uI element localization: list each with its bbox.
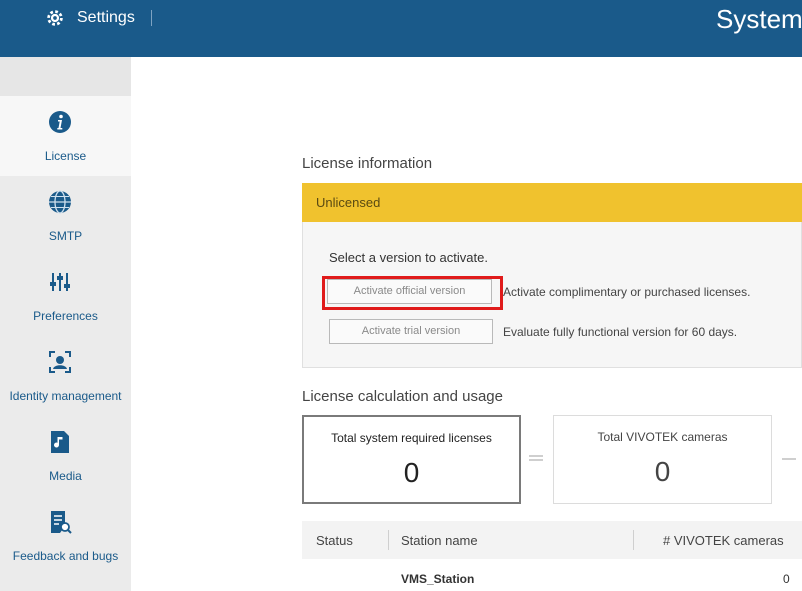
trial-description: Evaluate fully functional version for 60… (503, 325, 738, 339)
globe-icon (49, 190, 71, 214)
highlight-box (322, 276, 503, 310)
total-vivotek-cameras-card: Total VIVOTEK cameras 0 (553, 415, 772, 504)
minus-sign (782, 458, 796, 460)
cell-vivotek-cameras: 0 (783, 572, 790, 586)
sidebar-item-license[interactable]: License (0, 96, 131, 176)
license-status-bar: Unlicensed (302, 183, 802, 222)
sidebar-item-identity-management[interactable]: Identity management (0, 336, 131, 416)
select-version-prompt: Select a version to activate. (329, 250, 488, 265)
sliders-icon (50, 273, 70, 291)
sidebar-item-label: SMTP (48, 229, 83, 243)
activate-trial-button[interactable]: Activate trial version (329, 319, 493, 344)
total-required-licenses-card: Total system required licenses 0 (302, 415, 521, 504)
feedback-document-icon (51, 511, 72, 534)
official-description: Activate complimentary or purchased lice… (503, 285, 751, 299)
column-header-station-name[interactable]: Station name (401, 533, 478, 548)
sidebar-item-label: Preferences (33, 309, 98, 323)
column-separator (388, 530, 389, 550)
gear-icon[interactable] (44, 7, 66, 29)
sidebar-item-label: Feedback and bugs (12, 549, 119, 563)
sidebar-item-preferences[interactable]: Preferences (0, 256, 131, 336)
settings-label[interactable]: Settings (77, 9, 135, 27)
license-usage-title: License calculation and usage (302, 388, 503, 405)
header-divider (151, 10, 152, 26)
cell-station-name: VMS_Station (401, 572, 475, 586)
license-status-text: Unlicensed (316, 195, 381, 210)
equals-sign (529, 455, 543, 461)
sidebar-item-label: Identity management (9, 389, 122, 403)
sidebar: License SMTP Preferences Identity manage… (0, 57, 131, 591)
column-header-vivotek-cameras[interactable]: # VIVOTEK cameras (663, 533, 784, 548)
sidebar-item-feedback-and-bugs[interactable]: Feedback and bugs (0, 496, 131, 576)
app-header: Settings System (0, 0, 802, 57)
card-label: Total system required licenses (331, 431, 492, 445)
music-file-icon (51, 431, 69, 453)
card-value: 0 (403, 457, 420, 488)
sidebar-top-strip (0, 57, 131, 96)
info-icon (49, 111, 71, 133)
page-title: System (716, 4, 802, 34)
identity-icon (49, 351, 71, 373)
sidebar-item-label: Media (49, 469, 82, 483)
column-separator (633, 530, 634, 550)
license-information-title: License information (302, 155, 433, 172)
table-header: Status Station name # VIVOTEK cameras (302, 521, 802, 559)
sidebar-item-media[interactable]: Media (0, 416, 131, 496)
column-header-status[interactable]: Status (316, 533, 353, 548)
card-label: Total VIVOTEK cameras (597, 430, 728, 444)
sidebar-item-label: License (44, 149, 87, 163)
table-row[interactable]: VMS_Station 0 (302, 563, 802, 591)
sidebar-item-smtp[interactable]: SMTP (0, 176, 131, 256)
main-content: License information Unlicensed Select a … (131, 57, 802, 591)
card-value: 0 (654, 456, 671, 487)
